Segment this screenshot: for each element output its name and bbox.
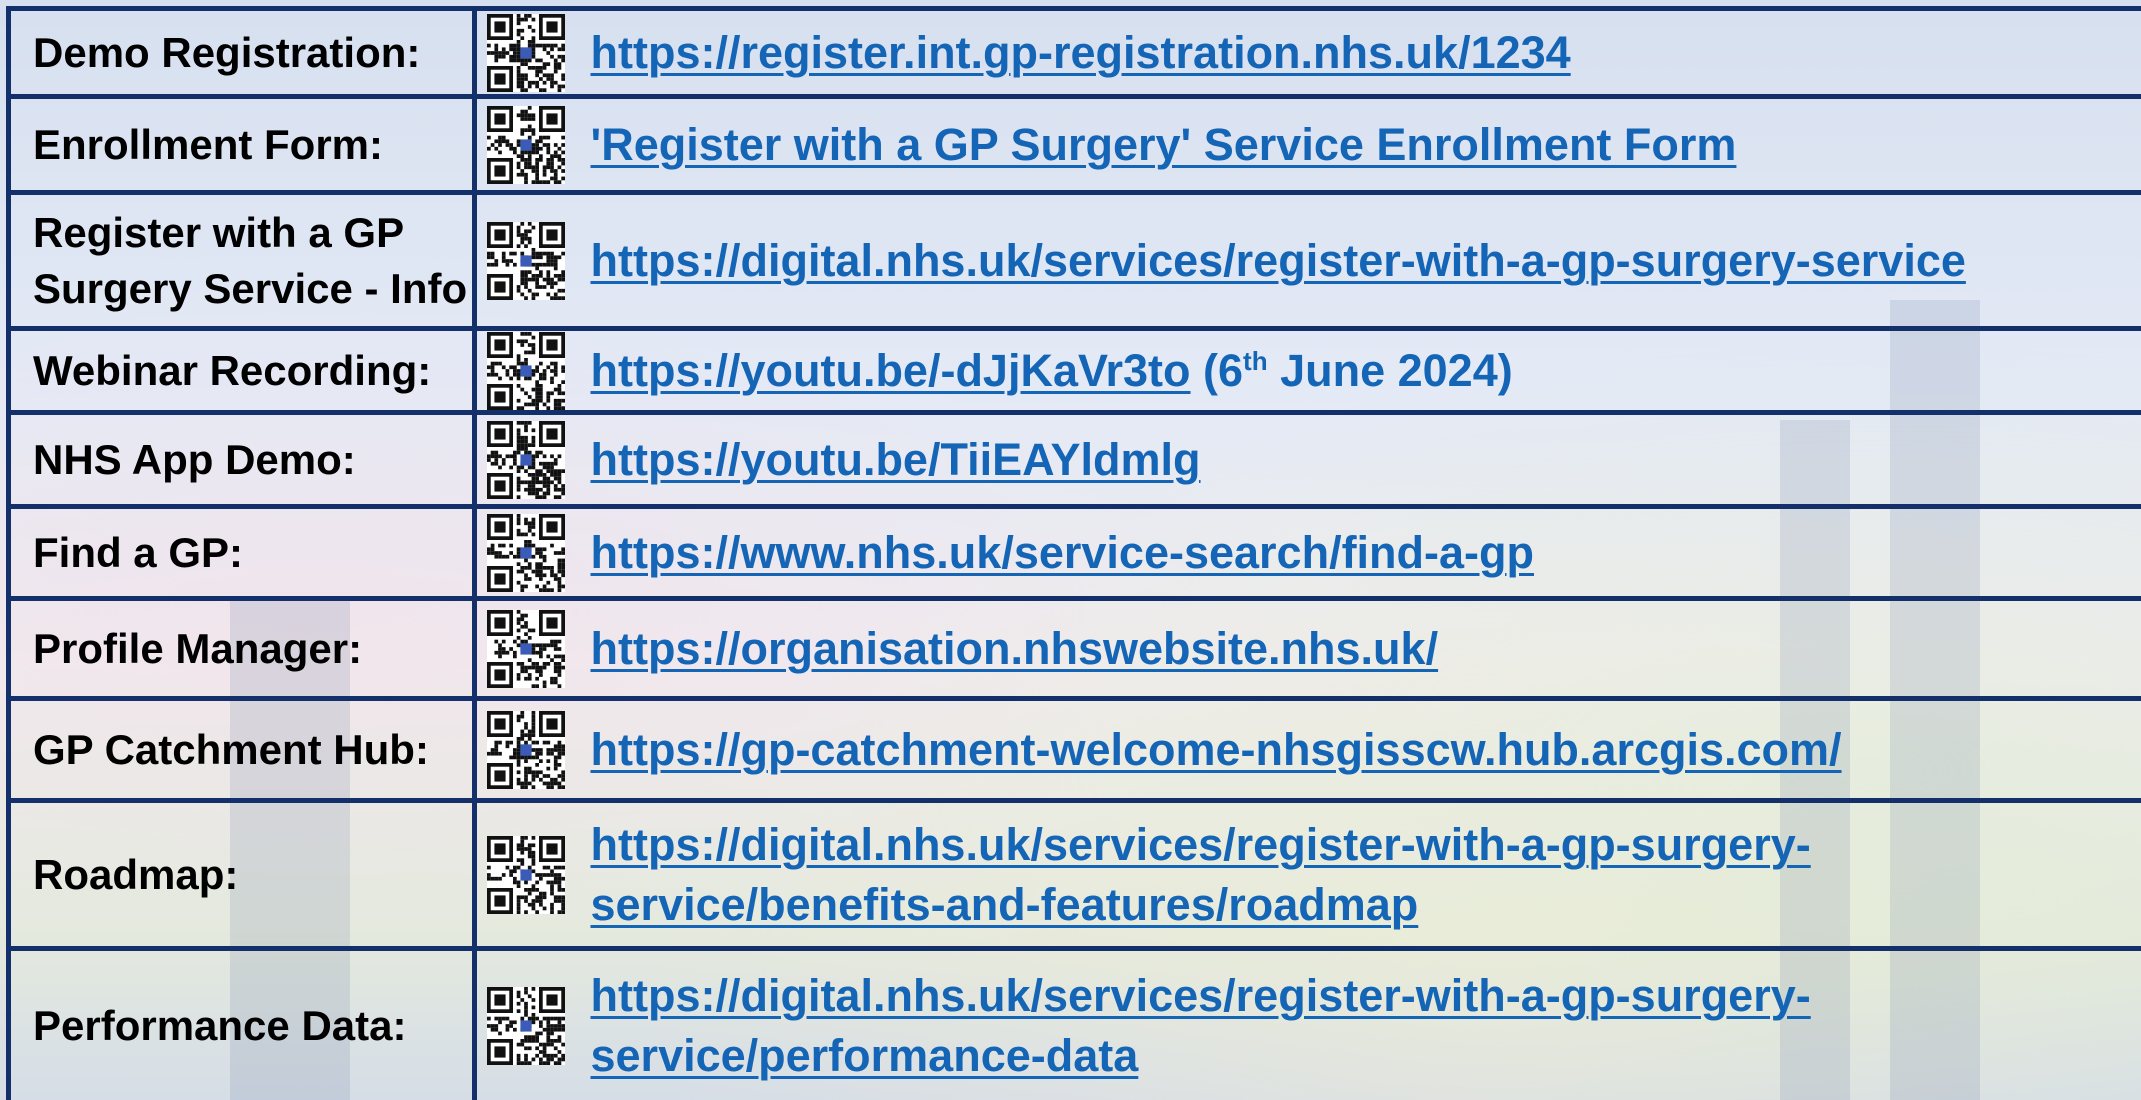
qr-code-cell bbox=[472, 326, 575, 415]
table-row: Performance Data: https://digital.nhs.uk… bbox=[6, 946, 2141, 1100]
qr-code-cell bbox=[472, 696, 575, 803]
qr-code-icon[interactable] bbox=[486, 609, 565, 688]
table-row: NHS App Demo: https://youtu.be/TiiEAYldm… bbox=[6, 410, 2141, 509]
qr-code-cell bbox=[472, 6, 575, 99]
qr-code-cell bbox=[472, 596, 575, 701]
qr-code-cell bbox=[472, 946, 575, 1100]
enrollment-form-link[interactable]: 'Register with a GP Surgery' Service Enr… bbox=[575, 115, 1737, 175]
row-label: GP Catchment Hub: bbox=[6, 696, 477, 803]
qr-code-icon[interactable] bbox=[486, 986, 565, 1065]
row-label: Register with a GP Surgery Service - Inf… bbox=[6, 190, 477, 331]
table-row: GP Catchment Hub: https://gp-catchment-w… bbox=[6, 696, 2141, 803]
nhs-app-demo-link[interactable]: https://youtu.be/TiiEAYldmlg bbox=[575, 430, 1201, 490]
qr-code-icon[interactable] bbox=[486, 513, 565, 592]
table-row: Roadmap: https://digital.nhs.uk/services… bbox=[6, 798, 2141, 951]
qr-code-cell bbox=[472, 94, 575, 195]
table-row: Demo Registration: https://register.int.… bbox=[6, 6, 2141, 99]
qr-code-icon[interactable] bbox=[486, 835, 565, 914]
resource-links-table: Demo Registration: https://register.int.… bbox=[6, 6, 2141, 1100]
qr-code-icon[interactable] bbox=[486, 420, 565, 499]
qr-code-cell bbox=[472, 190, 575, 331]
row-label: Webinar Recording: bbox=[6, 326, 477, 415]
gp-catchment-hub-link[interactable]: https://gp-catchment-welcome-nhsgisscw.h… bbox=[575, 720, 1842, 780]
table-row: Profile Manager: https://organisation.nh… bbox=[6, 596, 2141, 701]
qr-code-icon[interactable] bbox=[486, 221, 565, 300]
qr-code-cell bbox=[472, 410, 575, 509]
row-label: NHS App Demo: bbox=[6, 410, 477, 509]
find-a-gp-link[interactable]: https://www.nhs.uk/service-search/find-a… bbox=[575, 523, 1535, 583]
qr-code-icon[interactable] bbox=[486, 331, 565, 410]
row-label: Performance Data: bbox=[6, 946, 477, 1100]
table-row: Webinar Recording: https://youtu.be/-dJj… bbox=[6, 326, 2141, 415]
table-row: Register with a GP Surgery Service - Inf… bbox=[6, 190, 2141, 331]
demo-registration-link[interactable]: https://register.int.gp-registration.nhs… bbox=[575, 23, 1571, 83]
table-row: Enrollment Form: 'Register with a GP Sur… bbox=[6, 94, 2141, 195]
qr-code-icon[interactable] bbox=[486, 13, 565, 92]
row-label: Find a GP: bbox=[6, 504, 477, 601]
qr-code-icon[interactable] bbox=[486, 105, 565, 184]
webinar-date-note: (6th June 2024) bbox=[1190, 344, 1513, 396]
performance-data-link[interactable]: https://digital.nhs.uk/services/register… bbox=[575, 966, 1811, 1086]
row-label: Roadmap: bbox=[6, 798, 477, 951]
row-label: Demo Registration: bbox=[6, 6, 477, 99]
qr-code-icon[interactable] bbox=[486, 710, 565, 789]
profile-manager-link[interactable]: https://organisation.nhswebsite.nhs.uk/ bbox=[575, 619, 1439, 679]
qr-code-cell bbox=[472, 504, 575, 601]
webinar-recording-link[interactable]: https://youtu.be/-dJjKaVr3to bbox=[575, 341, 1191, 401]
row-label: Enrollment Form: bbox=[6, 94, 477, 195]
roadmap-link[interactable]: https://digital.nhs.uk/services/register… bbox=[575, 815, 1811, 935]
table-row: Find a GP: https://www.nhs.uk/service-se… bbox=[6, 504, 2141, 601]
qr-code-cell bbox=[472, 798, 575, 951]
row-label: Profile Manager: bbox=[6, 596, 477, 701]
gp-surgery-service-info-link[interactable]: https://digital.nhs.uk/services/register… bbox=[575, 231, 1966, 291]
